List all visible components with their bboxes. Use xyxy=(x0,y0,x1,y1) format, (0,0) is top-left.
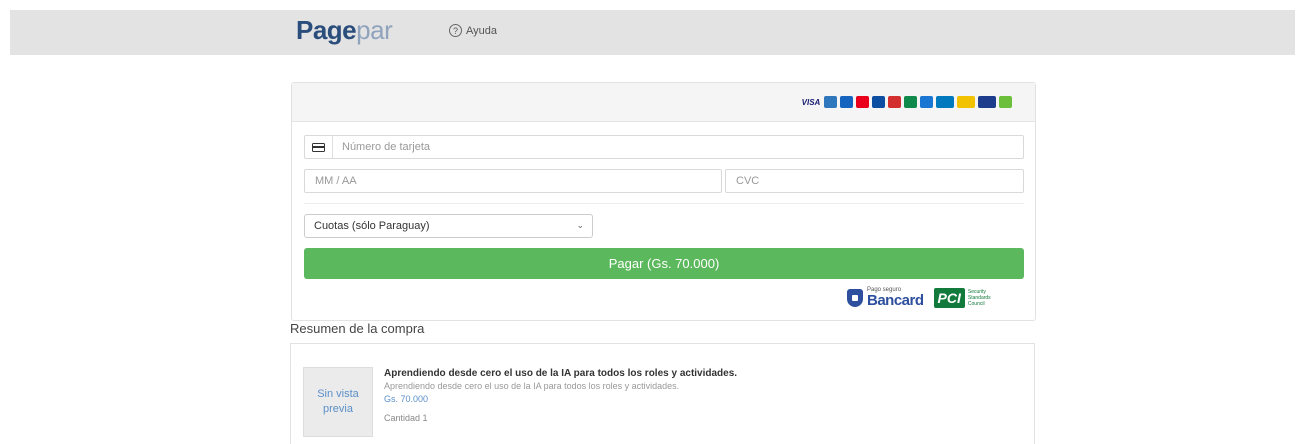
installments-select[interactable]: Cuotas (sólo Paraguay) ⌄ xyxy=(304,214,593,238)
amex-logo xyxy=(824,96,837,108)
bank-logo xyxy=(840,96,853,108)
cvc-field[interactable]: CVC xyxy=(725,169,1024,193)
cabal-logo xyxy=(904,96,917,108)
local-card-logo xyxy=(999,96,1012,108)
expiry-field[interactable]: MM / AA xyxy=(304,169,722,193)
accepted-cards-list: VISA xyxy=(801,96,1012,108)
diners-logo xyxy=(936,96,954,108)
payment-form-panel: VISA Número de tarjeta MM / AA CVC Cuota… xyxy=(291,82,1036,321)
help-label: Ayuda xyxy=(466,24,497,37)
product-quantity: Cantidad 1 xyxy=(384,413,428,423)
pci-mark: PCI xyxy=(933,287,965,308)
pay-button-label: Pagar (Gs. 70.000) xyxy=(608,256,720,271)
cvc-placeholder: CVC xyxy=(736,175,760,187)
bepsa-logo xyxy=(978,96,996,108)
bancard-seal-name: Bancard xyxy=(867,292,924,309)
mastercard-logo xyxy=(856,96,869,108)
pci-seal-text: Security Standards Council xyxy=(967,288,991,307)
card-number-field[interactable]: Número de tarjeta xyxy=(304,135,1024,159)
jcb-logo xyxy=(872,96,885,108)
pci-seal: PCI Security Standards Council xyxy=(933,287,1004,308)
chevron-down-icon: ⌄ xyxy=(576,220,584,230)
expiry-placeholder: MM / AA xyxy=(315,175,357,187)
logo-part-2: par xyxy=(356,15,393,45)
pay-button[interactable]: Pagar (Gs. 70.000) xyxy=(304,248,1024,279)
summary-panel: Sin vista previa Aprendiendo desde cero … xyxy=(290,343,1035,444)
credit-logo xyxy=(888,96,901,108)
question-circle-icon: ? xyxy=(449,24,462,37)
pagopar-logo[interactable]: Pagepar xyxy=(296,15,393,45)
payment-form-header: VISA xyxy=(292,83,1035,122)
product-title: Aprendiendo desde cero el uso de la IA p… xyxy=(384,368,738,379)
installments-selected-value: Cuotas (sólo Paraguay) xyxy=(314,220,430,232)
logo-part-1: Page xyxy=(296,15,357,45)
visa-logo: VISA xyxy=(801,97,821,107)
card-number-placeholder: Número de tarjeta xyxy=(342,141,431,153)
top-bar xyxy=(10,10,1295,55)
card-icon-box xyxy=(305,136,333,158)
product-thumbnail: Sin vista previa xyxy=(303,367,373,437)
shield-lock-icon xyxy=(847,288,863,307)
panal-logo xyxy=(920,96,933,108)
form-divider xyxy=(304,203,1024,204)
help-link[interactable]: ? Ayuda xyxy=(449,24,497,37)
bancard-seal: Pago seguro Bancard xyxy=(847,287,924,308)
credit-card-icon xyxy=(312,142,325,152)
product-price: Gs. 70.000 xyxy=(384,394,429,404)
product-description: Aprendiendo desde cero el uso de la IA p… xyxy=(384,381,680,391)
infonet-logo xyxy=(957,96,975,108)
summary-title: Resumen de la compra xyxy=(290,321,425,336)
security-seals: Pago seguro Bancard PCI Security Standar… xyxy=(847,287,1004,308)
